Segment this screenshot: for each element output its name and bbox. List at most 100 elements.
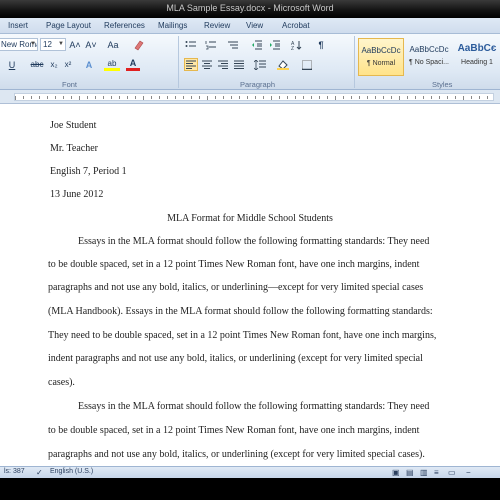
ruler-tick — [455, 96, 456, 99]
group-separator — [178, 36, 179, 88]
ruler-tick — [367, 96, 368, 99]
ruler-tick — [319, 96, 320, 99]
ruler-tick — [343, 96, 344, 99]
font-size-combo[interactable]: 12 ▼ — [40, 38, 66, 51]
font-color-button[interactable]: A — [126, 58, 140, 71]
paragraph-line: to be double spaced, set in a 12 point T… — [48, 425, 420, 436]
header-class: English 7, Period 1 — [50, 166, 127, 177]
ruler-tick — [263, 96, 264, 99]
ruler-tick — [431, 96, 432, 99]
style-name: ¶ No Spaci... — [409, 59, 449, 66]
numbering-icon[interactable] — [204, 38, 218, 51]
font-size-value: 12 — [43, 40, 52, 49]
highlight-button[interactable]: ab — [104, 58, 120, 71]
font-group-label: Font — [62, 80, 78, 89]
tab-insert[interactable]: Insert — [8, 21, 28, 30]
ruler-tick — [191, 96, 192, 99]
subscript-button[interactable]: x₂ — [48, 58, 60, 71]
chevron-down-icon: ▼ — [30, 41, 36, 47]
title-bar: MLA Sample Essay.docx - Microsoft Word — [0, 0, 500, 18]
shrink-font-button[interactable]: A˅ — [84, 38, 98, 51]
align-left-icon[interactable] — [184, 58, 198, 71]
increase-indent-icon[interactable] — [268, 38, 282, 51]
ruler-tick — [55, 96, 56, 99]
full-screen-reading-icon[interactable]: ▤ — [406, 468, 414, 477]
superscript-button[interactable]: x² — [62, 58, 74, 71]
tab-page-layout[interactable]: Page Layout — [46, 21, 91, 30]
grow-font-button[interactable]: A˄ — [68, 38, 82, 51]
ruler-tick — [479, 96, 480, 99]
ruler-tick — [167, 96, 168, 99]
clear-formatting-icon[interactable] — [132, 38, 146, 51]
ruler-tick — [31, 96, 32, 99]
ruler-track — [14, 93, 494, 101]
style-sample: AaBbCє — [457, 43, 497, 54]
draft-view-icon[interactable]: ▭ — [448, 468, 456, 477]
ruler-tick — [287, 96, 288, 99]
sort-icon[interactable]: AZ — [290, 38, 304, 51]
text-effects-button[interactable]: A — [82, 58, 96, 71]
ruler-tick — [311, 96, 312, 99]
tab-review[interactable]: Review — [204, 21, 230, 30]
ruler-tick — [111, 96, 112, 99]
ruler-tick — [127, 96, 128, 99]
show-formatting-button[interactable]: ¶ — [314, 38, 328, 51]
bullets-icon[interactable] — [184, 38, 198, 51]
svg-text:Z: Z — [291, 46, 294, 50]
style-normal[interactable]: AaBbCcDc ¶ Normal — [358, 38, 404, 76]
underline-button[interactable]: U — [6, 58, 18, 71]
decrease-indent-icon[interactable] — [250, 38, 264, 51]
ruler-tick — [119, 96, 120, 99]
horizontal-ruler[interactable] — [0, 90, 500, 104]
ruler-tick — [183, 96, 184, 99]
paragraph-line: Essays in the MLA format should follow t… — [78, 236, 430, 247]
ruler-tick — [271, 96, 272, 100]
document-page[interactable]: Joe Student Mr. Teacher English 7, Perio… — [0, 104, 500, 466]
ruler-tick — [303, 96, 304, 99]
header-date: 13 June 2012 — [50, 189, 104, 200]
align-right-icon[interactable] — [216, 58, 230, 71]
proofing-icon[interactable]: ✓ — [36, 468, 43, 477]
web-layout-icon[interactable]: ▥ — [420, 468, 428, 477]
align-center-icon[interactable] — [200, 58, 214, 71]
ruler-tick — [415, 96, 416, 99]
bottom-black-band — [0, 478, 500, 500]
ruler-tick — [295, 96, 296, 99]
ruler-tick — [215, 96, 216, 99]
ruler-tick — [223, 96, 224, 99]
ruler-tick — [487, 96, 488, 99]
shading-icon[interactable] — [276, 58, 290, 71]
ruler-tick — [399, 96, 400, 100]
ruler-tick — [231, 96, 232, 99]
style-no-spacing[interactable]: AaBbCcDc ¶ No Spaci... — [406, 38, 452, 76]
ruler-tick — [391, 96, 392, 99]
tab-view[interactable]: View — [246, 21, 263, 30]
tab-mailings[interactable]: Mailings — [158, 21, 187, 30]
ruler-tick — [87, 96, 88, 99]
borders-icon[interactable] — [300, 58, 314, 71]
ruler-tick — [63, 96, 64, 99]
paragraph-line: to be double spaced, set in a 12 point T… — [48, 259, 420, 270]
paragraph-line: Essays in the MLA format should follow t… — [78, 401, 430, 412]
ribbon-tabs: Insert Page Layout References Mailings R… — [0, 18, 500, 34]
line-spacing-icon[interactable] — [252, 58, 268, 71]
outline-view-icon[interactable]: ≡ — [434, 468, 439, 477]
tab-acrobat[interactable]: Acrobat — [282, 21, 310, 30]
style-heading-1[interactable]: AaBbCє Heading 1 — [454, 38, 500, 76]
ruler-tick — [439, 96, 440, 99]
ruler-tick — [463, 96, 464, 100]
paragraph-group-label: Paragraph — [240, 80, 276, 89]
change-case-button[interactable]: Aa — [104, 38, 122, 51]
language-indicator[interactable]: English (U.S.) — [50, 468, 93, 475]
print-layout-icon[interactable]: ▣ — [392, 468, 400, 477]
word-count[interactable]: ls: 387 — [4, 468, 25, 475]
font-name-combo[interactable]: New Roma ▼ — [0, 38, 38, 51]
strikethrough-button[interactable]: abc — [28, 58, 46, 71]
styles-group-label: Styles — [432, 80, 453, 89]
justify-icon[interactable] — [232, 58, 246, 71]
multilevel-list-icon[interactable] — [226, 38, 240, 51]
zoom-out-icon[interactable]: − — [466, 468, 471, 477]
ruler-tick — [175, 96, 176, 99]
ruler-tick — [95, 96, 96, 99]
tab-references[interactable]: References — [104, 21, 145, 30]
